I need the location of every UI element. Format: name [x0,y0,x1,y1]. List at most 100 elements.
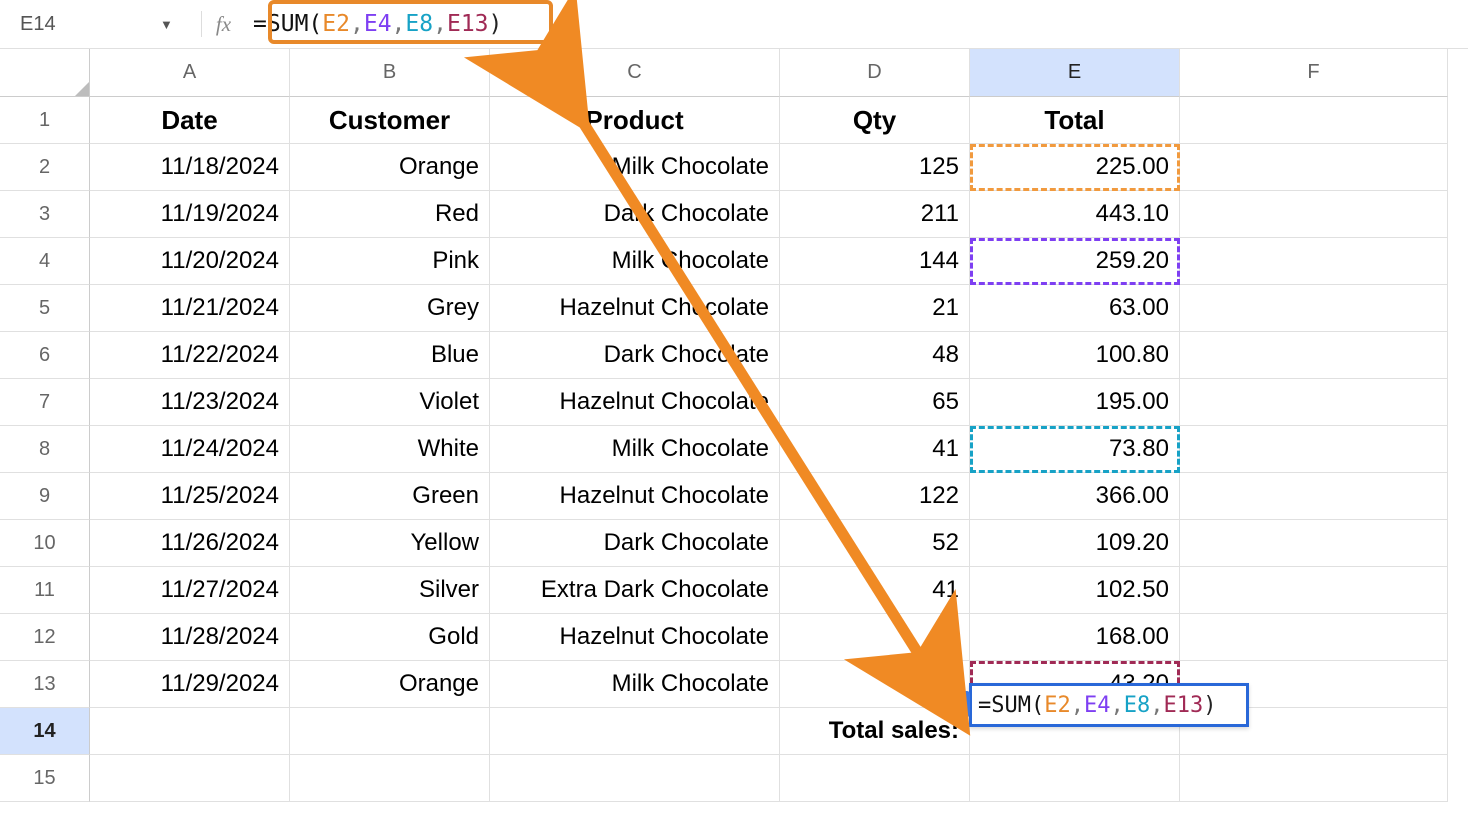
spreadsheet-grid[interactable]: A B C D E F 1 Date Customer Product Qty … [0,49,1468,802]
row-header[interactable]: 9 [0,473,90,520]
cell-customer[interactable]: Gold [290,614,490,661]
cell-total[interactable]: 195.00 [970,379,1180,426]
cell-date[interactable]: 11/27/2024 [90,567,290,614]
cell[interactable] [90,755,290,802]
header-total[interactable]: Total [970,97,1180,144]
cell[interactable] [780,755,970,802]
row-header[interactable]: 15 [0,755,90,802]
cell-date[interactable]: 11/18/2024 [90,144,290,191]
cell-editor-e14[interactable]: ? =SUM(E2,E4,E8,E13) [969,683,1249,727]
cell-qty[interactable]: 56 [780,614,970,661]
row-header[interactable]: 11 [0,567,90,614]
row-header[interactable]: 1 [0,97,90,144]
header-qty[interactable]: Qty [780,97,970,144]
cell-customer[interactable]: Yellow [290,520,490,567]
col-header-e[interactable]: E [970,49,1180,97]
cell-date[interactable]: 11/22/2024 [90,332,290,379]
name-box[interactable]: E14 [10,9,100,40]
header-customer[interactable]: Customer [290,97,490,144]
fx-icon[interactable]: fx [216,12,231,37]
cell[interactable] [90,708,290,755]
row-header[interactable]: 12 [0,614,90,661]
cell-product[interactable]: Milk Chocolate [490,661,780,708]
cell-qty[interactable]: 144 [780,238,970,285]
row-header[interactable]: 2 [0,144,90,191]
cell[interactable] [970,755,1180,802]
cell-date[interactable]: 11/25/2024 [90,473,290,520]
cell[interactable] [1180,755,1448,802]
header-product[interactable]: Product [490,97,780,144]
cell-date[interactable]: 11/20/2024 [90,238,290,285]
cell-total[interactable]: 168.00 [970,614,1180,661]
cell-date[interactable]: 11/24/2024 [90,426,290,473]
formula-hint-icon[interactable]: ? [946,691,970,717]
cell-customer[interactable]: Grey [290,285,490,332]
cell-product[interactable]: Milk Chocolate [490,426,780,473]
cell-date[interactable]: 11/23/2024 [90,379,290,426]
row-header[interactable]: 4 [0,238,90,285]
col-header-c[interactable]: C [490,49,780,97]
cell-total[interactable]: 443.10 [970,191,1180,238]
cell-product[interactable]: Hazelnut Chocolate [490,379,780,426]
row-header[interactable]: 7 [0,379,90,426]
col-header-a[interactable]: A [90,49,290,97]
cell-product[interactable]: Milk Chocolate [490,238,780,285]
name-box-dropdown-icon[interactable]: ▼ [100,17,191,32]
cell-total[interactable]: 63.00 [970,285,1180,332]
cell-customer[interactable]: Green [290,473,490,520]
cell-product[interactable]: Milk Chocolate [490,144,780,191]
cell-total[interactable]: 366.00 [970,473,1180,520]
cell-customer[interactable]: Red [290,191,490,238]
cell[interactable] [1180,473,1448,520]
cell[interactable] [1180,144,1448,191]
cell-qty[interactable]: 52 [780,520,970,567]
cell-qty[interactable]: 211 [780,191,970,238]
cell[interactable] [1180,567,1448,614]
cell[interactable] [490,708,780,755]
cell-date[interactable]: 11/29/2024 [90,661,290,708]
cell-date[interactable]: 11/21/2024 [90,285,290,332]
cell-qty[interactable]: 122 [780,473,970,520]
row-header[interactable]: 5 [0,285,90,332]
cell-editor-content[interactable]: =SUM(E2,E4,E8,E13) [970,693,1224,718]
cell-product[interactable]: Extra Dark Chocolate [490,567,780,614]
cell-customer[interactable]: White [290,426,490,473]
col-header-f[interactable]: F [1180,49,1448,97]
row-header[interactable]: 3 [0,191,90,238]
cell-product[interactable]: Dark Chocolate [490,332,780,379]
cell-customer[interactable]: Silver [290,567,490,614]
cell-qty[interactable]: 24 [780,661,970,708]
cell-total[interactable]: 225.00 [970,144,1180,191]
cell[interactable] [1180,332,1448,379]
cell-total[interactable]: 73.80 [970,426,1180,473]
cell-date[interactable]: 11/26/2024 [90,520,290,567]
cell[interactable] [1180,520,1448,567]
cell-total[interactable]: 259.20 [970,238,1180,285]
row-header[interactable]: 8 [0,426,90,473]
cell-product[interactable]: Dark Chocolate [490,191,780,238]
total-sales-label[interactable]: Total sales: [780,708,970,755]
col-header-b[interactable]: B [290,49,490,97]
row-header[interactable]: 13 [0,661,90,708]
row-header[interactable]: 6 [0,332,90,379]
cell[interactable] [1180,426,1448,473]
cell-customer[interactable]: Violet [290,379,490,426]
cell[interactable] [1180,191,1448,238]
cell[interactable] [1180,97,1448,144]
cell-customer[interactable]: Pink [290,238,490,285]
header-date[interactable]: Date [90,97,290,144]
select-all-corner[interactable] [0,49,90,97]
cell-customer[interactable]: Orange [290,661,490,708]
cell[interactable] [1180,614,1448,661]
cell-product[interactable]: Hazelnut Chocolate [490,285,780,332]
cell-qty[interactable]: 21 [780,285,970,332]
cell[interactable] [1180,379,1448,426]
cell-qty[interactable]: 125 [780,144,970,191]
cell-qty[interactable]: 48 [780,332,970,379]
row-header[interactable]: 14 [0,708,90,755]
cell-date[interactable]: 11/28/2024 [90,614,290,661]
cell-total[interactable]: 100.80 [970,332,1180,379]
cell[interactable] [290,755,490,802]
cell-product[interactable]: Dark Chocolate [490,520,780,567]
cell-product[interactable]: Hazelnut Chocolate [490,614,780,661]
